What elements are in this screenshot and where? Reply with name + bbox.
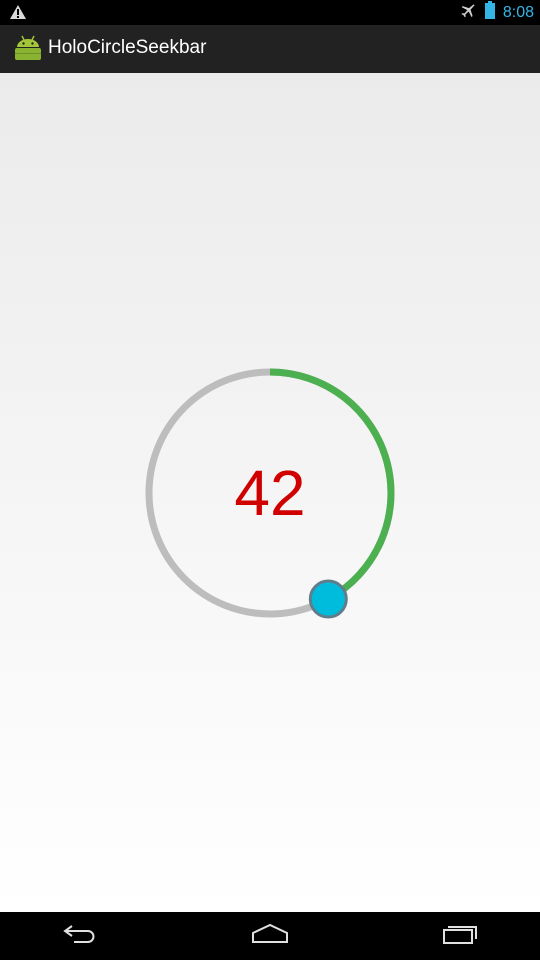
content-area: 42 — [0, 73, 540, 913]
recents-icon — [442, 923, 478, 950]
navigation-bar — [0, 912, 540, 960]
status-time: 8:08 — [502, 3, 534, 21]
battery-icon — [484, 1, 495, 24]
seekbar-thumb[interactable] — [308, 579, 348, 619]
back-button[interactable] — [35, 912, 125, 960]
recents-button[interactable] — [415, 912, 505, 960]
warning-icon — [9, 4, 27, 25]
status-bar: 8:08 — [0, 0, 540, 25]
android-icon[interactable] — [14, 34, 42, 67]
status-icons: 8:08 — [459, 0, 534, 25]
airplane-icon — [459, 1, 477, 24]
seekbar-progress-arc — [269, 368, 395, 603]
screen: 8:08 HoloCircleSeekbar 42 — [0, 0, 540, 960]
home-button[interactable] — [225, 912, 315, 960]
home-icon — [251, 923, 289, 950]
circle-seekbar[interactable]: 42 — [135, 358, 405, 628]
back-icon — [62, 923, 98, 950]
app-title: HoloCircleSeekbar — [48, 37, 207, 58]
action-bar: HoloCircleSeekbar — [0, 25, 540, 74]
